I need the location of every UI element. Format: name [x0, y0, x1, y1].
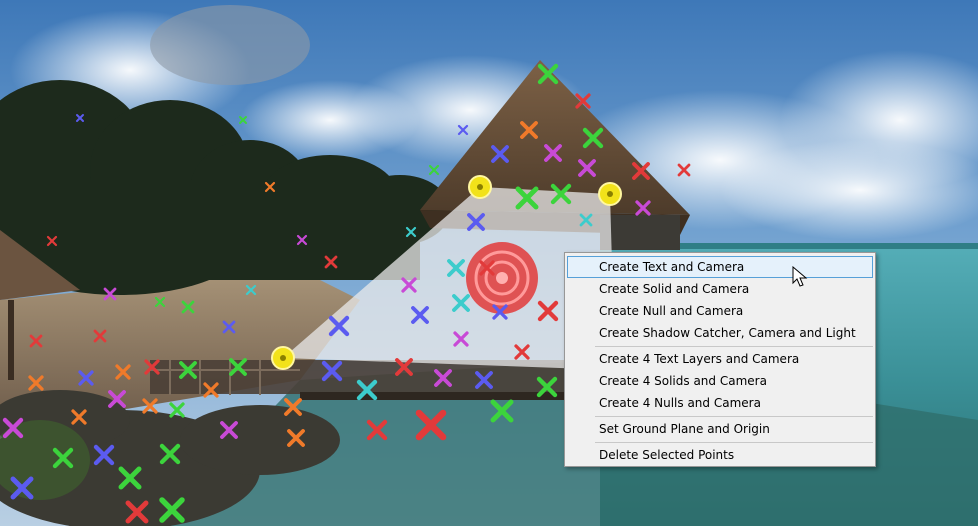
menu-delete-selected-points[interactable]: Delete Selected Points: [567, 444, 873, 466]
menu-create-null-camera[interactable]: Create Null and Camera: [567, 300, 873, 322]
bullseye-target: [466, 242, 538, 314]
context-menu: Create Text and Camera Create Solid and …: [564, 252, 876, 467]
menu-create-solid-camera[interactable]: Create Solid and Camera: [567, 278, 873, 300]
menu-separator: [595, 416, 873, 417]
menu-create-4-solids[interactable]: Create 4 Solids and Camera: [567, 370, 873, 392]
menu-create-4-text-layers[interactable]: Create 4 Text Layers and Camera: [567, 348, 873, 370]
mouse-pointer-icon: [792, 266, 808, 287]
menu-create-4-nulls[interactable]: Create 4 Nulls and Camera: [567, 392, 873, 414]
menu-separator: [595, 346, 873, 347]
menu-set-ground-plane[interactable]: Set Ground Plane and Origin: [567, 418, 873, 440]
menu-create-shadow-catcher[interactable]: Create Shadow Catcher, Camera and Light: [567, 322, 873, 344]
composition-viewer[interactable]: Create Text and Camera Create Solid and …: [0, 0, 978, 526]
menu-create-text-camera[interactable]: Create Text and Camera: [567, 256, 873, 278]
menu-separator: [595, 442, 873, 443]
